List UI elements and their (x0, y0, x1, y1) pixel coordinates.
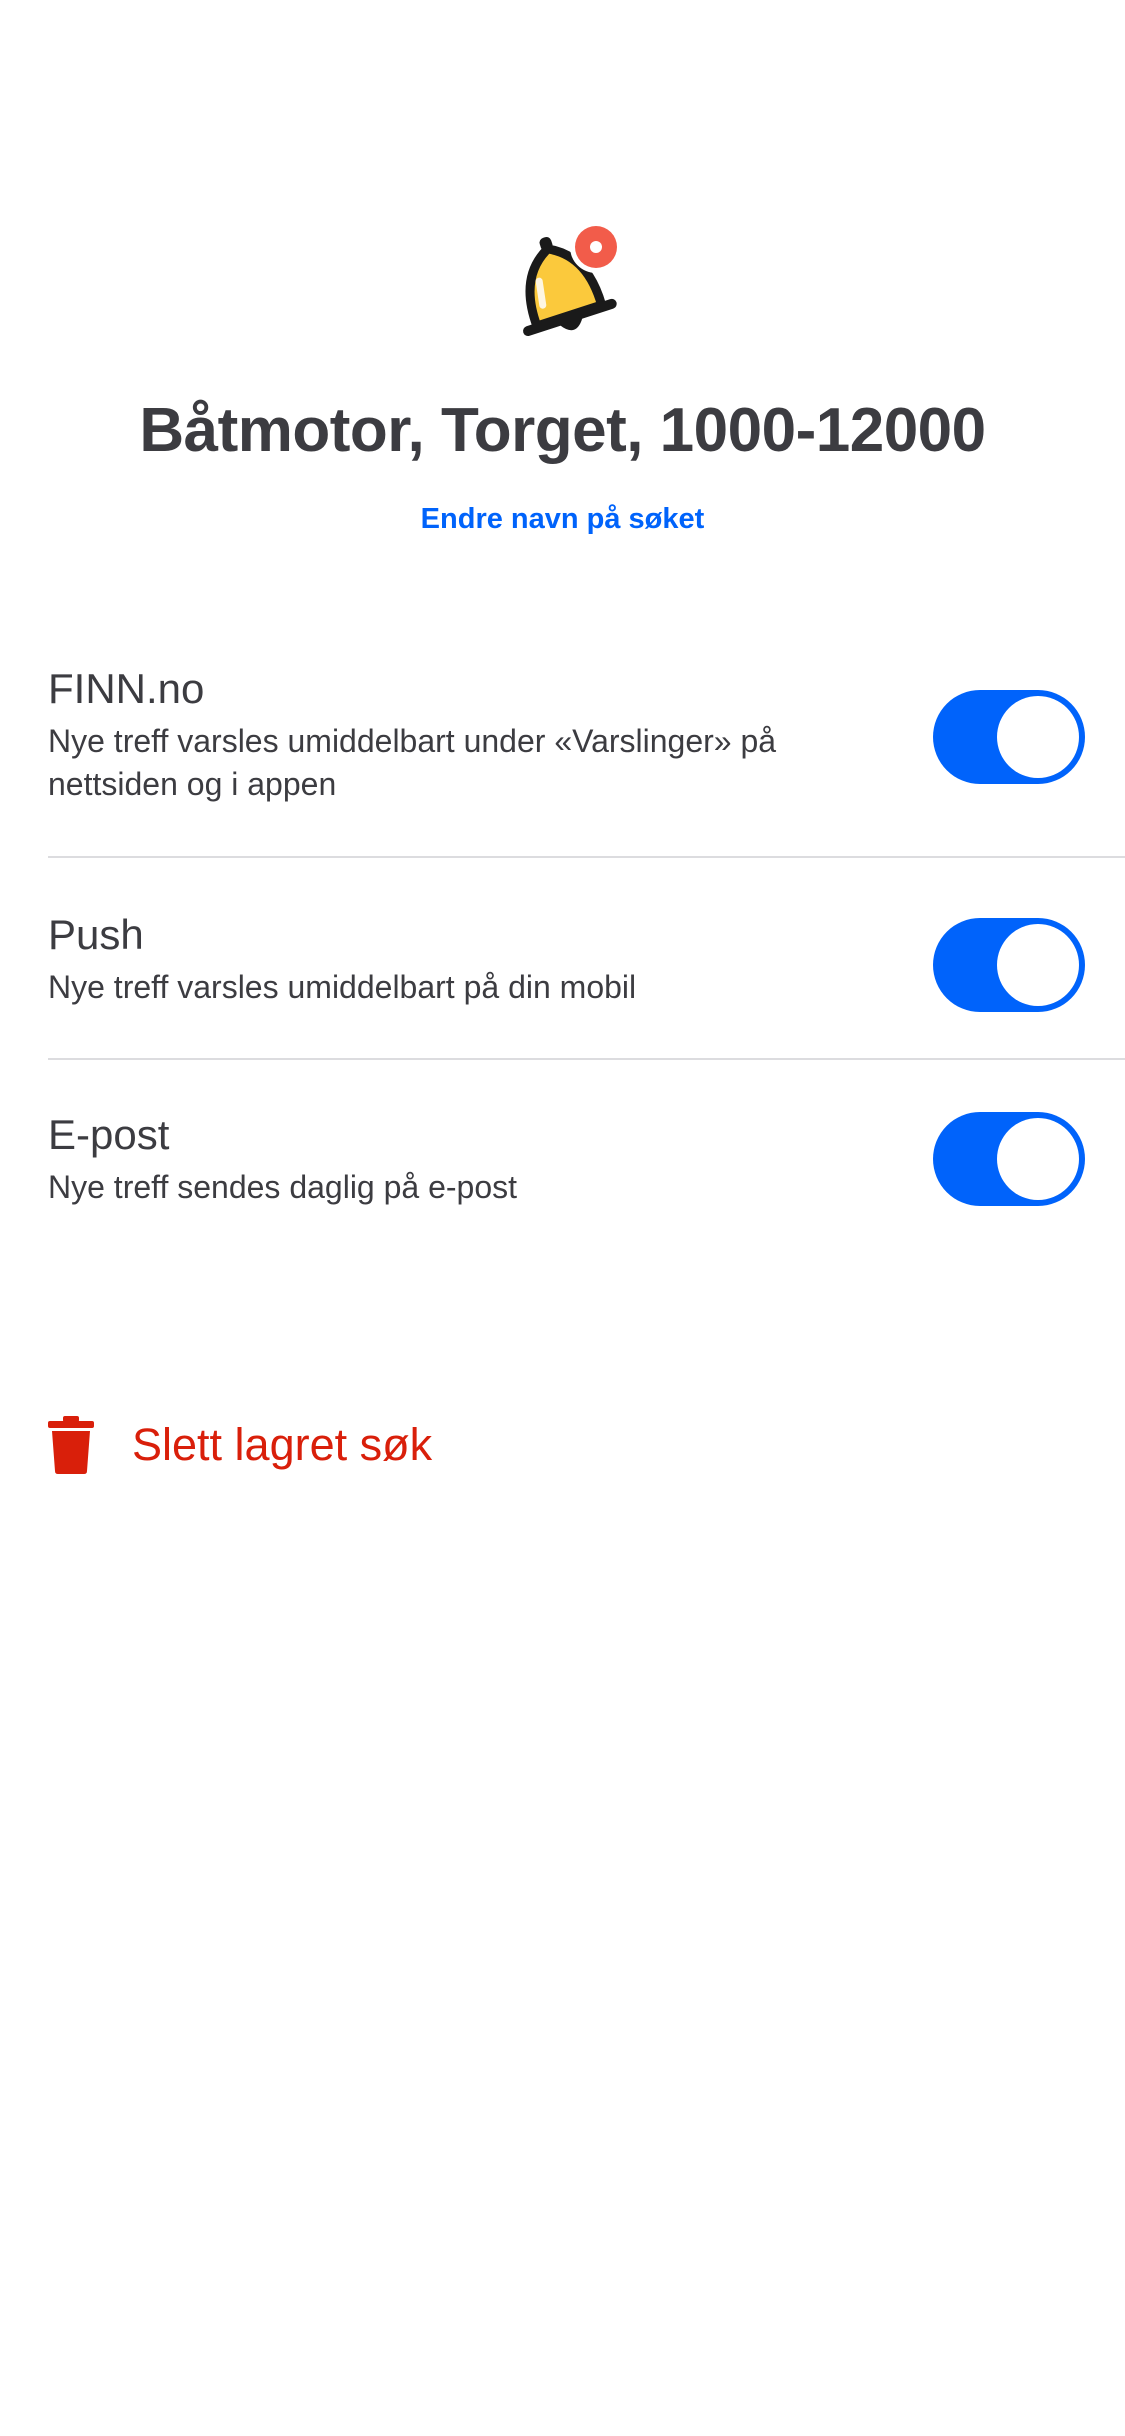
toggle-knob (997, 1118, 1079, 1200)
setting-title: E-post (48, 1111, 170, 1158)
setting-row-finn: FINN.no Nye treff varsles umiddelbart un… (48, 650, 1125, 858)
setting-description: Nye treff varsles umiddelbart under «Var… (48, 723, 777, 802)
rename-search-link[interactable]: Endre navn på søket (0, 503, 1125, 536)
toggle-knob (997, 924, 1079, 1006)
email-toggle[interactable] (933, 1112, 1085, 1206)
bell-notification-icon (0, 205, 1125, 355)
setting-description: Nye treff sendes daglig på e-post (48, 1169, 518, 1205)
setting-title: FINN.no (48, 665, 205, 712)
push-toggle[interactable] (933, 918, 1085, 1012)
notification-settings: FINN.no Nye treff varsles umiddelbart un… (48, 650, 1125, 1250)
delete-label: Slett lagret søk (132, 1419, 433, 1470)
toggle-knob (997, 696, 1079, 778)
setting-row-push: Push Nye treff varsles umiddelbart på di… (48, 858, 1125, 1060)
finn-toggle[interactable] (933, 690, 1085, 784)
setting-description: Nye treff varsles umiddelbart på din mob… (48, 969, 637, 1005)
delete-saved-search-button[interactable]: Slett lagret søk (48, 1415, 432, 1475)
setting-title: Push (48, 911, 144, 958)
trash-icon (48, 1416, 94, 1474)
saved-search-title: Båtmotor, Torget, 1000-12000 (139, 396, 986, 465)
setting-row-email: E-post Nye treff sendes daglig på e-post (48, 1060, 1125, 1250)
bell-icon (522, 221, 622, 337)
